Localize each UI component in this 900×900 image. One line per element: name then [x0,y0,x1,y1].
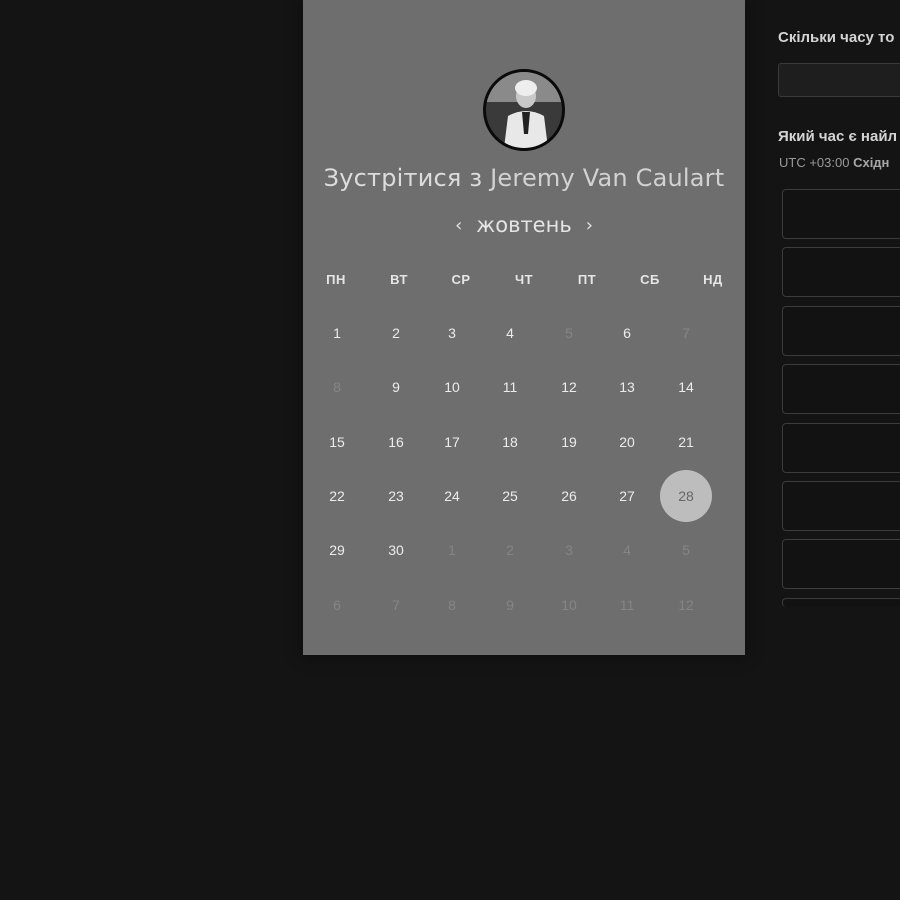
calendar-day[interactable]: 29 [311,524,363,576]
time-slot-button[interactable] [782,364,900,415]
calendar-day[interactable]: 1 [311,307,363,359]
time-label: Який час є найл [778,128,898,145]
calendar-day[interactable]: 4 [484,307,536,359]
month-label: жовтень [476,213,572,237]
chevron-right-icon[interactable]: › [574,215,605,236]
timezone-name: Східн [853,155,890,170]
time-slot-button[interactable] [782,539,900,590]
calendar-day: 1 [448,542,456,558]
timezone-line[interactable]: UTC +03:00 Східн [779,155,889,170]
calendar-day[interactable]: 9 [370,361,422,413]
calendar-day-selected[interactable]: 28 [660,470,712,522]
avatar-photo [486,72,562,148]
calendar-day[interactable]: 30 [370,524,422,576]
calendar-day[interactable]: 23 [370,470,422,522]
time-slot-button[interactable] [782,247,900,298]
weekday-label: СР [451,272,471,287]
calendar-day[interactable]: 24 [426,470,478,522]
calendar-day[interactable]: 6 [601,307,653,359]
calendar-day: 8 [333,379,341,395]
calendar-day: 10 [561,597,577,613]
weekday-label: СБ [640,272,660,287]
calendar-day: 6 [333,597,341,613]
calendar-day: 12 [678,597,694,613]
weekday-label: ПТ [577,272,597,287]
time-slot-button[interactable] [782,189,900,239]
calendar-day: 7 [392,597,400,613]
calendar-day[interactable]: 11 [484,361,536,413]
calendar-day: 4 [623,542,631,558]
calendar-day: 8 [448,597,456,613]
calendar-day[interactable]: 18 [484,416,536,468]
calendar-day[interactable]: 2 [370,307,422,359]
time-slot-button[interactable] [782,422,900,473]
weekday-label: НД [703,272,723,287]
calendar-day[interactable]: 25 [484,470,536,522]
calendar-day[interactable]: 10 [426,361,478,413]
calendar-day: 7 [682,325,690,341]
weekday-label: ПН [326,272,346,287]
calendar-day[interactable]: 19 [543,416,595,468]
chevron-left-icon[interactable]: ‹ [443,215,474,236]
host-name: Jeremy Van Caulart [490,164,725,192]
weekday-label: ЧТ [514,272,534,287]
calendar-day[interactable]: 3 [426,307,478,359]
calendar-day[interactable]: 17 [426,416,478,468]
host-avatar [483,69,565,151]
calendar-day[interactable]: 20 [601,416,653,468]
calendar-day: 2 [506,542,514,558]
calendar-day: 3 [565,542,573,558]
calendar-day: 5 [565,325,573,341]
calendar-day: 5 [682,542,690,558]
booking-title: Зустрітися з Jeremy Van Caulart [303,164,745,192]
calendar-day: 9 [506,597,514,613]
calendar-day[interactable]: 14 [660,361,712,413]
calendar-day[interactable]: 21 [660,416,712,468]
time-slot-button[interactable] [782,305,900,356]
calendar-day[interactable]: 16 [370,416,422,468]
duration-label: Скільки часу то [778,29,895,46]
calendar-day[interactable]: 27 [601,470,653,522]
calendar-day[interactable]: 15 [311,416,363,468]
time-slot-button[interactable] [782,481,900,531]
calendar-day: 11 [619,597,635,613]
time-slot-button[interactable] [782,597,900,607]
weekday-label: ВТ [390,272,408,287]
duration-select[interactable] [778,63,900,97]
calendar-day[interactable]: 12 [543,361,595,413]
calendar-day[interactable]: 26 [543,470,595,522]
calendar-day[interactable]: 22 [311,470,363,522]
title-prefix: Зустрітися з [323,164,483,192]
calendar-day[interactable]: 13 [601,361,653,413]
month-navigation: ‹ жовтень › [303,211,745,239]
timezone-offset: UTC +03:00 [779,155,850,170]
